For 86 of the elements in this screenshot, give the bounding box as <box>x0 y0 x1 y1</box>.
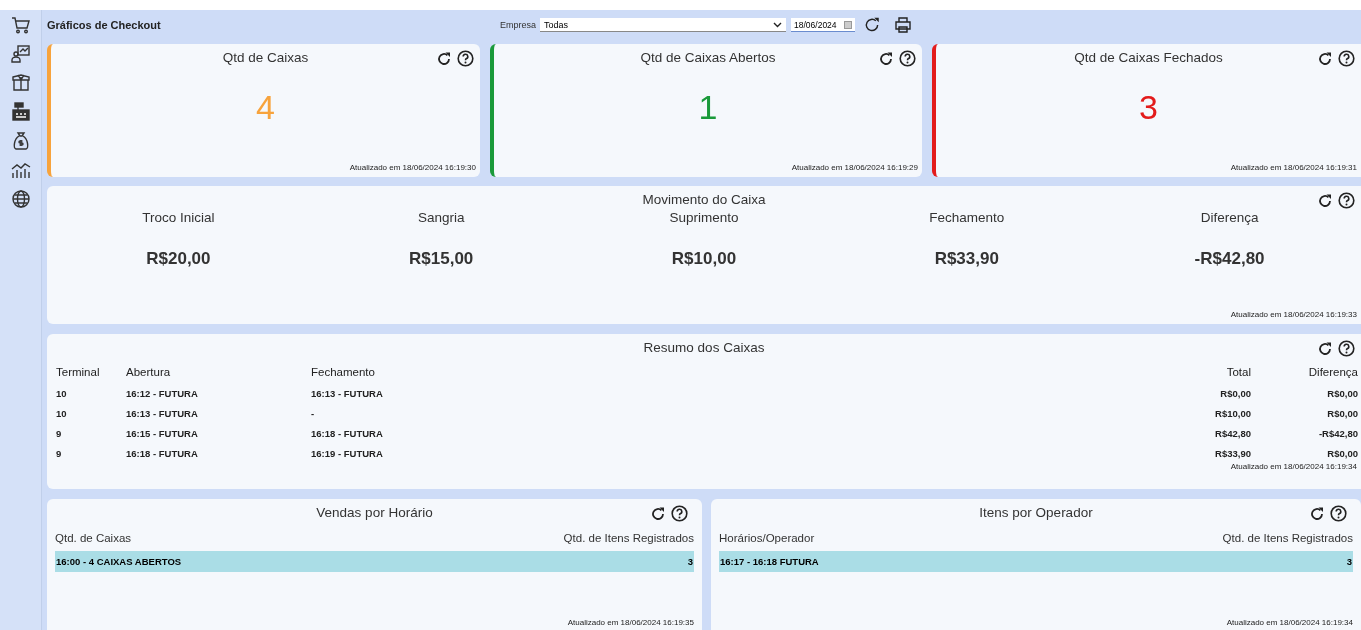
help-icon[interactable] <box>1338 192 1355 209</box>
box-icon[interactable] <box>10 73 31 93</box>
metric-value: R$10,00 <box>671 249 737 269</box>
calendar-icon <box>844 20 852 29</box>
stat-value: 4 <box>255 88 276 128</box>
updated-text: Atualizado em 18/06/2024 16:19:34 <box>1229 462 1358 471</box>
help-icon[interactable] <box>1338 340 1355 357</box>
column-header: Abertura <box>126 366 172 378</box>
table-row: 16:17 - 16:18 FUTURA 3 <box>719 551 1353 572</box>
table-cell-text: R$0,00 <box>1326 448 1358 459</box>
print-icon[interactable] <box>895 17 911 33</box>
help-icon[interactable] <box>671 505 688 522</box>
refresh-icon[interactable] <box>1309 505 1325 522</box>
metric-label: Diferença <box>1200 210 1259 225</box>
cart-icon[interactable] <box>10 15 31 35</box>
column-header: Fechamento <box>311 366 376 378</box>
table-cell-text: R$0,00 <box>1326 388 1358 399</box>
table-cell-text: R$0,00 <box>1219 388 1251 399</box>
help-icon[interactable] <box>457 50 474 67</box>
card-title: Itens por Operador <box>979 505 1093 521</box>
table-cell-text: 10 <box>56 388 68 399</box>
stat-value: 3 <box>1138 88 1159 128</box>
refresh-icon[interactable] <box>878 50 894 67</box>
metric-value: -R$42,80 <box>1194 249 1265 269</box>
table-cell-text: -R$42,80 <box>1317 428 1358 439</box>
card-title: Qtd de Caixas Abertos <box>640 50 776 66</box>
presentation-icon[interactable] <box>10 44 31 64</box>
card-title: Qtd de Caixas Fechados <box>1074 50 1223 66</box>
column-header: Qtd. de Itens Registrados <box>563 532 694 544</box>
table-cell-text: R$42,80 <box>1214 428 1251 439</box>
table-cell-text: 16:19 - FUTURA <box>311 448 384 459</box>
table-cell-text: - <box>311 408 316 419</box>
help-icon[interactable] <box>1330 505 1347 522</box>
chevron-down-icon <box>773 21 782 28</box>
table-cell-text: R$33,90 <box>1214 448 1251 459</box>
column-header: Total <box>1225 366 1251 378</box>
table-row: 16:00 - 4 CAIXAS ABERTOS 3 <box>55 551 694 572</box>
table-cell-text: 10 <box>56 408 68 419</box>
table-cell-text: 16:18 - FUTURA <box>126 448 199 459</box>
metric-label: Troco Inicial <box>142 210 215 225</box>
table-cell-text: R$10,00 <box>1214 408 1251 419</box>
metric-label: Fechamento <box>929 210 1005 225</box>
table-cell-text: 16:13 - FUTURA <box>311 388 384 399</box>
refresh-icon[interactable] <box>1317 50 1333 67</box>
table-cell-text: R$0,00 <box>1326 408 1358 419</box>
table-cell-text: 9 <box>56 448 63 459</box>
chart-icon[interactable] <box>10 160 31 180</box>
stat-value: 1 <box>697 88 719 128</box>
page-title: Gráficos de Checkout <box>47 19 162 31</box>
table-cell-text: 16:18 - FUTURA <box>311 428 384 439</box>
metric-label: Suprimento <box>669 210 739 225</box>
table-cell-text: 16:13 - FUTURA <box>126 408 199 419</box>
metric-value: R$15,00 <box>409 249 474 269</box>
refresh-icon[interactable] <box>436 50 452 67</box>
table-cell-text: 9 <box>56 428 63 439</box>
refresh-icon[interactable] <box>650 505 666 522</box>
refresh-icon[interactable] <box>863 16 881 34</box>
updated-text: Atualizado em 18/06/2024 16:19:29 <box>790 163 919 174</box>
card-title: Resumo dos Caixas <box>643 340 765 356</box>
updated-text: Atualizado em 18/06/2024 16:19:34 <box>1225 618 1353 629</box>
metric-value: R$20,00 <box>146 249 211 269</box>
column-header: Terminal <box>56 366 101 378</box>
table-cell-text: 16:15 - FUTURA <box>126 428 199 439</box>
metric-value: R$33,90 <box>934 249 999 269</box>
metric-label: Sangria <box>417 210 465 225</box>
column-header: Qtd. de Itens Registrados <box>1222 532 1353 544</box>
help-icon[interactable] <box>899 50 916 67</box>
cash-register-icon[interactable] <box>10 102 31 122</box>
company-label: Empresa <box>500 20 536 30</box>
column-header: Diferença <box>1307 366 1358 378</box>
card-title: Qtd de Caixas <box>222 50 309 66</box>
column-header: Qtd. de Caixas <box>55 532 132 544</box>
card-title: Movimento do Caixa <box>642 192 766 208</box>
table-cell-text: 16:12 - FUTURA <box>126 388 199 399</box>
company-select[interactable]: Todas <box>540 18 786 32</box>
refresh-icon[interactable] <box>1317 340 1333 357</box>
updated-text: Atualizado em 18/06/2024 16:19:33 <box>1229 310 1358 321</box>
card-title: Vendas por Horário <box>316 505 433 521</box>
updated-text: Atualizado em 18/06/2024 16:19:35 <box>566 618 694 629</box>
globe-icon[interactable] <box>10 189 31 209</box>
column-header: Horários/Operador <box>719 532 815 544</box>
updated-text: Atualizado em 18/06/2024 16:19:30 <box>348 163 477 174</box>
updated-text: Atualizado em 18/06/2024 16:19:31 <box>1229 163 1358 174</box>
date-field[interactable]: 18/06/2024 <box>791 18 855 32</box>
refresh-icon[interactable] <box>1317 192 1333 209</box>
help-icon[interactable] <box>1338 50 1355 67</box>
